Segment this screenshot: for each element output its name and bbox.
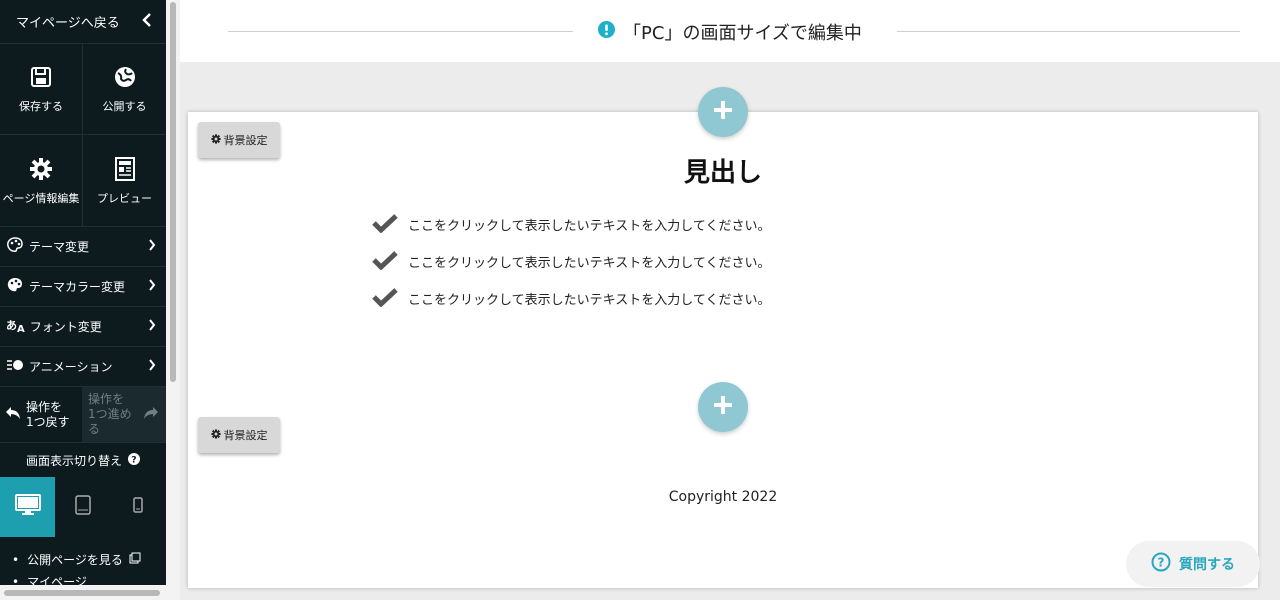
plus-icon bbox=[712, 394, 734, 420]
chevron-right-icon bbox=[148, 239, 156, 254]
gear-icon bbox=[210, 428, 221, 442]
check-icon bbox=[372, 287, 398, 311]
globe-icon bbox=[114, 64, 136, 90]
undo-redo-group: 操作を 1つ戻す 操作を 1つ進める bbox=[0, 387, 166, 443]
sidebar: マイページへ戻る 保存する 公開する ページ情報編集 プレビュー テーマ変更 テ… bbox=[0, 0, 166, 585]
edit-mode-message: 「PC」の画面サイズで編集中 bbox=[623, 23, 862, 44]
list-item[interactable]: ここをクリックして表示したいテキストを入力してください。 bbox=[372, 280, 770, 317]
device-smartphone-button[interactable] bbox=[110, 477, 166, 537]
palette-filled-icon bbox=[6, 276, 24, 297]
chevron-right-icon bbox=[148, 359, 156, 374]
chevron-left-icon bbox=[142, 12, 152, 31]
sidebar-links: 公開ページを見る マイページ bbox=[0, 537, 166, 585]
plus-icon bbox=[712, 99, 734, 125]
device-pc-button[interactable] bbox=[0, 477, 55, 537]
preview-label: プレビュー bbox=[97, 191, 152, 205]
publish-button[interactable]: 公開する bbox=[82, 44, 166, 135]
page-info-edit-button[interactable]: ページ情報編集 bbox=[0, 135, 82, 226]
undo-icon bbox=[4, 405, 22, 425]
list-item-text: ここをクリックして表示したいテキストを入力してください。 bbox=[408, 293, 771, 308]
save-button[interactable]: 保存する bbox=[0, 44, 82, 135]
question-icon[interactable]: ? bbox=[128, 452, 140, 468]
scrollbar-thumb[interactable] bbox=[4, 590, 160, 596]
check-icon bbox=[372, 213, 398, 237]
palette-icon bbox=[6, 236, 24, 257]
page-canvas: 背景設定 見出し ここをクリックして表示したいテキストを入力してください。 ここ… bbox=[188, 112, 1258, 588]
screen-switch-title: 画面表示切り替え ? bbox=[0, 443, 166, 477]
back-to-mypage-button[interactable]: マイページへ戻る bbox=[0, 0, 166, 44]
page-info-label: ページ情報編集 bbox=[2, 191, 80, 205]
background-setting-label: 背景設定 bbox=[223, 429, 268, 442]
menu-theme-color-change[interactable]: テーマカラー変更 bbox=[0, 267, 166, 307]
font-label: フォント変更 bbox=[29, 320, 102, 334]
background-setting-label: 背景設定 bbox=[223, 134, 268, 147]
public-page-link[interactable]: 公開ページを見る bbox=[12, 549, 166, 571]
help-label: 質問する bbox=[1179, 557, 1235, 573]
redo-icon bbox=[142, 405, 160, 425]
sidebar-horizontal-scrollbar[interactable] bbox=[0, 585, 180, 600]
redo-line1: 操作を bbox=[88, 392, 125, 406]
redo-line2: 1つ進める bbox=[88, 407, 132, 436]
question-circle-icon: ? bbox=[1151, 552, 1171, 576]
redo-button[interactable]: 操作を 1つ進める bbox=[82, 387, 166, 442]
checklist: ここをクリックして表示したいテキストを入力してください。 ここをクリックして表示… bbox=[372, 206, 770, 317]
mypage-label: マイページ bbox=[27, 575, 87, 585]
device-tablet-button[interactable] bbox=[55, 477, 110, 537]
edit-mode-banner: 「PC」の画面サイズで編集中 bbox=[180, 0, 1280, 62]
list-item[interactable]: ここをクリックして表示したいテキストを入力してください。 bbox=[372, 243, 770, 280]
gear-icon bbox=[29, 156, 53, 182]
menu-theme-change[interactable]: テーマ変更 bbox=[0, 227, 166, 267]
section-heading[interactable]: 見出し bbox=[188, 152, 1258, 189]
undo-line2: 1つ戻す bbox=[26, 414, 70, 429]
theme-label: テーマ変更 bbox=[29, 240, 90, 254]
desktop-icon bbox=[14, 494, 41, 520]
add-section-button[interactable] bbox=[698, 382, 748, 432]
smartphone-icon bbox=[133, 497, 143, 517]
menu-animation[interactable]: アニメーション bbox=[0, 347, 166, 387]
svg-text:?: ? bbox=[131, 455, 136, 465]
preview-button[interactable]: プレビュー bbox=[82, 135, 166, 226]
theme-color-label: テーマカラー変更 bbox=[29, 280, 126, 294]
background-setting-button[interactable]: 背景設定 bbox=[198, 417, 280, 453]
screen-switch-label: 画面表示切り替え bbox=[25, 453, 122, 468]
scrollbar-thumb[interactable] bbox=[170, 2, 176, 382]
document-icon bbox=[114, 156, 135, 182]
animation-icon bbox=[6, 359, 24, 374]
menu-font-change[interactable]: あA フォント変更 bbox=[0, 307, 166, 347]
exclamation-icon bbox=[598, 21, 616, 43]
public-page-label: 公開ページを見る bbox=[27, 553, 123, 567]
add-section-button[interactable] bbox=[698, 87, 748, 137]
animation-label: アニメーション bbox=[29, 360, 113, 374]
sidebar-vertical-scrollbar[interactable] bbox=[166, 0, 180, 600]
undo-button[interactable]: 操作を 1つ戻す bbox=[0, 387, 82, 442]
undo-line1: 操作を bbox=[26, 399, 63, 414]
device-switcher bbox=[0, 477, 166, 537]
chevron-right-icon bbox=[148, 279, 156, 294]
back-label: マイページへ戻る bbox=[16, 16, 120, 31]
external-link-icon bbox=[129, 549, 141, 571]
publish-label: 公開する bbox=[102, 100, 147, 113]
help-button[interactable]: ? 質問する bbox=[1126, 541, 1260, 587]
list-item-text: ここをクリックして表示したいテキストを入力してください。 bbox=[408, 219, 771, 234]
save-label: 保存する bbox=[19, 100, 63, 113]
svg-text:?: ? bbox=[1158, 556, 1165, 570]
check-icon bbox=[372, 250, 398, 274]
list-item-text: ここをクリックして表示したいテキストを入力してください。 bbox=[408, 256, 771, 271]
mypage-link[interactable]: マイページ bbox=[12, 571, 166, 585]
gear-icon bbox=[210, 133, 221, 147]
sidebar-action-grid: 保存する 公開する ページ情報編集 プレビュー bbox=[0, 44, 166, 227]
tablet-icon bbox=[74, 495, 91, 519]
copyright-text[interactable]: Copyright 2022 bbox=[188, 489, 1258, 505]
list-item[interactable]: ここをクリックして表示したいテキストを入力してください。 bbox=[372, 206, 770, 243]
font-icon: あA bbox=[6, 319, 25, 336]
save-icon bbox=[30, 64, 52, 90]
chevron-right-icon bbox=[148, 319, 156, 334]
